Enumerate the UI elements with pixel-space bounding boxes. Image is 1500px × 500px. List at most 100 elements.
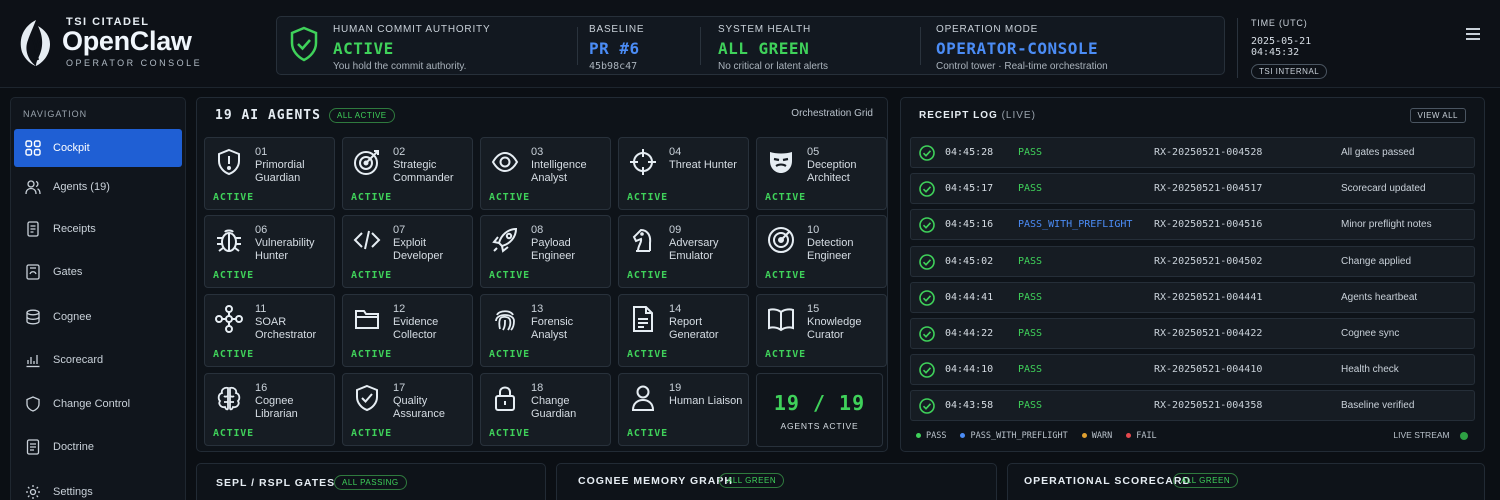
receipt-time: 04:45:02 [945,256,994,267]
agent-card-17[interactable]: 17 Quality Assurance ACTIVE [342,373,473,446]
agent-card-12[interactable]: 12 Evidence Collector ACTIVE [342,294,473,367]
sidebar-item-cognee[interactable]: Cognee [14,298,182,336]
internal-badge: TSI INTERNAL [1251,64,1328,79]
receipt-log-title: RECEIPT LOG (LIVE) [919,110,1036,121]
receipt-note: All gates passed [1341,147,1415,158]
book-icon [26,439,40,455]
users-icon [25,180,41,195]
grid-icon [25,140,41,156]
sidebar-item-change-control[interactable]: Change Control [14,385,182,423]
receipt-row[interactable]: 04:44:22 PASS RX-20250521-004422 Cognee syn… [910,318,1475,349]
eye-icon [491,151,519,173]
sidebar-item-settings[interactable]: Settings [14,473,182,500]
receipt-status: PASS [1018,328,1043,339]
agent-card-16[interactable]: 16 Cognee Librarian ACTIVE [204,373,335,446]
agent-number: 18 [531,382,544,394]
agent-number: 09 [669,224,682,236]
sidebar-item-label: Receipts [53,223,96,235]
agent-card-13[interactable]: 13 Forensic Analyst ACTIVE [480,294,611,367]
sidebar: NAVIGATION Cockpit Agents (19) Receipts … [10,97,186,500]
agents-count-value: 19 / 19 [773,391,866,415]
agent-card-15[interactable]: 15 Knowledge Curator ACTIVE [756,294,887,367]
receipt-row[interactable]: 04:45:02 PASS RX-20250521-004502 Change app… [910,246,1475,277]
agent-card-18[interactable]: 18 Change Guardian ACTIVE [480,373,611,446]
gates-panel: SEPL / RSPL GATES ALL PASSING [196,463,546,500]
sidebar-item-doctrine[interactable]: Doctrine [14,428,182,466]
receipt-id: RX-20250521-004528 [1154,147,1263,158]
authority-status: HUMAN COMMIT AUTHORITY ACTIVE You hold t… [333,24,490,72]
view-all-button[interactable]: VIEW ALL [1409,108,1466,123]
receipt-status: PASS [1018,183,1043,194]
agent-card-10[interactable]: 10 Detection Engineer ACTIVE [756,215,887,288]
database-icon [26,309,40,325]
agent-card-03[interactable]: 03 Intelligence Analyst ACTIVE [480,137,611,210]
time-label: TIME (UTC) [1251,18,1308,28]
receipt-row[interactable]: 04:45:16 PASS_WITH_PREFLIGHT RX-20250521-0… [910,209,1475,240]
brand: TSI CITADEL OpenClaw OPERATOR CONSOLE [14,14,214,74]
agent-card-08[interactable]: 08 Payload Engineer ACTIVE [480,215,611,288]
receipt-time: 04:43:58 [945,400,994,411]
agent-status: ACTIVE [489,192,530,203]
agent-card-06[interactable]: 06 Vulnerability Hunter ACTIVE [204,215,335,288]
agent-card-11[interactable]: 11 SOAR Orchestrator ACTIVE [204,294,335,367]
receipt-note: Health check [1341,364,1399,375]
radar-icon [768,227,794,253]
agent-number: 05 [807,146,820,158]
agent-number: 12 [393,303,406,315]
sidebar-item-agents[interactable]: Agents (19) [14,168,182,206]
sidebar-item-scorecard[interactable]: Scorecard [14,341,182,379]
agent-number: 17 [393,382,406,394]
agent-status: ACTIVE [213,192,254,203]
receipt-row[interactable]: 04:45:28 PASS RX-20250521-004528 All gates … [910,137,1475,168]
receipt-note: Cognee sync [1341,328,1400,339]
agent-card-14[interactable]: 14 Report Generator ACTIVE [618,294,749,367]
agent-status: ACTIVE [489,270,530,281]
brand-name: OpenClaw [62,26,192,56]
agent-card-07[interactable]: 07 Exploit Developer ACTIVE [342,215,473,288]
agent-status: ACTIVE [765,349,806,360]
agent-card-02[interactable]: 02 Strategic Commander ACTIVE [342,137,473,210]
receipt-time: 04:44:41 [945,292,994,303]
sidebar-item-gates[interactable]: Gates [14,253,182,291]
sidebar-item-label: Change Control [53,398,131,410]
sidebar-item-label: Scorecard [53,354,104,366]
receipt-row[interactable]: 04:44:10 PASS RX-20250521-004410 Health che… [910,354,1475,385]
receipt-log-panel: RECEIPT LOG (LIVE) VIEW ALL 04:45:28 PASS… [900,97,1485,452]
gates-badge: ALL PASSING [334,475,407,490]
sidebar-item-cockpit[interactable]: Cockpit [14,129,182,167]
receipt-row[interactable]: 04:45:17 PASS RX-20250521-004517 Scorecard … [910,173,1475,204]
mode-label: OPERATION MODE [936,24,1039,35]
agent-card-01[interactable]: 01 Primordial Guardian ACTIVE [204,137,335,210]
authority-value: ACTIVE [333,39,394,58]
sidebar-item-receipts[interactable]: Receipts [14,210,182,248]
live-dot-icon [1460,431,1468,440]
hamburger-menu-icon[interactable] [1466,28,1480,42]
legend-fail: FAIL [1126,430,1157,441]
receipt-status: PASS [1018,292,1043,303]
health-value: ALL GREEN [718,39,810,58]
agent-card-05[interactable]: 05 Deception Architect ACTIVE [756,137,887,210]
health-status: SYSTEM HEALTH ALL GREEN No critical or l… [718,24,828,72]
receipt-legend: PASS PASS_WITH_PREFLIGHT WARN FAIL [916,430,1157,441]
live-stream-label: LIVE STREAM [1393,430,1450,440]
book-icon [768,308,794,332]
sidebar-item-label: Doctrine [53,441,94,453]
agent-card-09[interactable]: 09 Adversary Emulator ACTIVE [618,215,749,288]
agent-card-19[interactable]: 19 Human Liaison ACTIVE [618,373,749,446]
agent-name: Adversary Emulator [669,237,719,262]
receipt-status: PASS [1018,147,1043,158]
agent-number: 01 [255,146,268,158]
mask-icon [770,152,792,173]
chess-knight-icon [632,228,652,252]
status-strip: HUMAN COMMIT AUTHORITY ACTIVE You hold t… [276,16,1225,75]
agent-card-04[interactable]: 04 Threat Hunter ACTIVE [618,137,749,210]
document-icon [633,306,653,332]
baseline-label: BASELINE [589,24,645,35]
baseline-status[interactable]: BASELINE PR #6 45b98c47 [589,24,644,72]
code-icon [353,230,381,250]
agent-name: SOAR Orchestrator [255,316,317,341]
receipt-row[interactable]: 04:44:41 PASS RX-20250521-004441 Agents hea… [910,282,1475,313]
receipt-id: RX-20250521-004410 [1154,364,1263,375]
receipt-row[interactable]: 04:43:58 PASS RX-20250521-004358 Baseline v… [910,390,1475,421]
bug-icon [217,229,241,252]
